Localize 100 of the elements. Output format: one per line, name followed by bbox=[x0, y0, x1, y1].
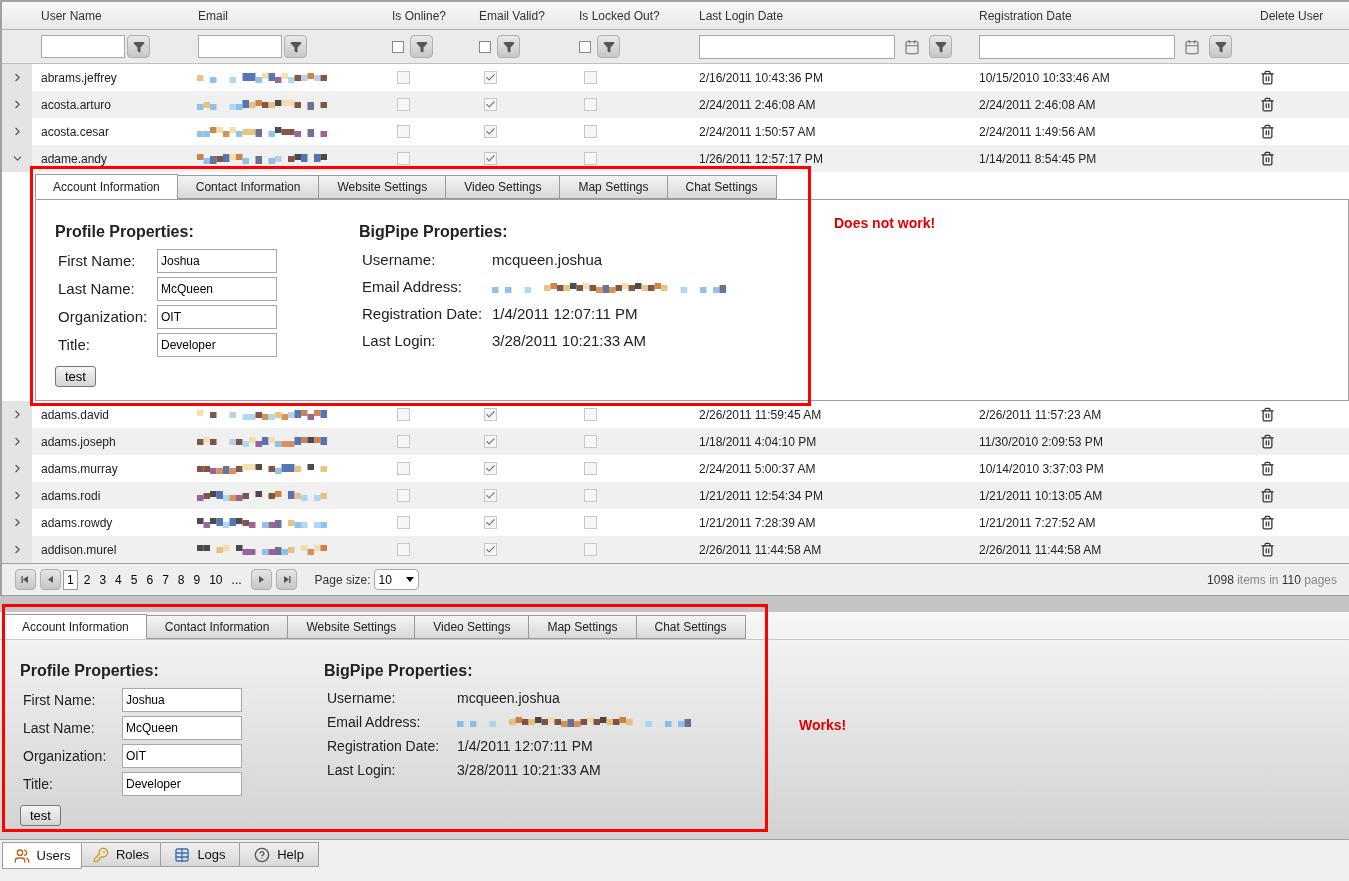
calendar-icon[interactable] bbox=[904, 38, 920, 55]
checkbox[interactable] bbox=[397, 408, 410, 421]
filter-checkbox[interactable] bbox=[392, 40, 404, 53]
previous-page-button[interactable] bbox=[40, 569, 61, 590]
first-page-button[interactable] bbox=[15, 569, 36, 590]
last-page-button[interactable] bbox=[275, 569, 297, 590]
tab[interactable]: Video Settings bbox=[445, 175, 561, 199]
checkbox[interactable] bbox=[584, 71, 597, 84]
checkbox[interactable] bbox=[484, 462, 497, 475]
checkbox[interactable] bbox=[484, 125, 497, 138]
filter-button[interactable] bbox=[284, 35, 307, 58]
trash-icon[interactable] bbox=[1260, 151, 1275, 166]
app-tab[interactable]: Roles bbox=[81, 842, 161, 867]
checkbox[interactable] bbox=[484, 71, 497, 84]
page-link[interactable]: 7 bbox=[159, 569, 172, 590]
trash-icon[interactable] bbox=[1260, 124, 1275, 139]
column-header[interactable]: User Name bbox=[41, 8, 102, 23]
column-header[interactable]: Registration Date bbox=[979, 8, 1072, 23]
filter-checkbox[interactable] bbox=[479, 40, 491, 53]
date-filter-field[interactable] bbox=[699, 34, 895, 59]
trash-icon[interactable] bbox=[1260, 542, 1275, 557]
page-link[interactable]: 1 bbox=[63, 569, 78, 590]
page-link[interactable]: 4 bbox=[112, 569, 125, 590]
text-field[interactable]: Developer bbox=[122, 772, 242, 796]
column-header[interactable]: Email Valid? bbox=[479, 8, 545, 23]
test-button[interactable]: test bbox=[20, 805, 61, 826]
checkbox[interactable] bbox=[584, 435, 597, 448]
calendar-icon[interactable] bbox=[1184, 38, 1200, 55]
trash-icon[interactable] bbox=[1260, 461, 1275, 476]
tab[interactable]: Website Settings bbox=[318, 175, 447, 199]
checkbox[interactable] bbox=[397, 98, 410, 111]
checkbox[interactable] bbox=[584, 408, 597, 421]
tab[interactable]: Chat Settings bbox=[666, 175, 777, 199]
tab[interactable]: Map Settings bbox=[528, 615, 637, 639]
app-tab[interactable]: Logs bbox=[160, 842, 240, 867]
checkbox[interactable] bbox=[584, 489, 597, 502]
checkbox[interactable] bbox=[484, 489, 497, 502]
trash-icon[interactable] bbox=[1260, 70, 1275, 85]
date-filter-field[interactable] bbox=[979, 34, 1175, 59]
checkbox[interactable] bbox=[484, 408, 497, 421]
checkbox[interactable] bbox=[397, 543, 410, 556]
filter-button[interactable] bbox=[597, 35, 620, 58]
text-field[interactable]: OIT bbox=[157, 305, 277, 329]
tab[interactable]: Account Information bbox=[4, 614, 147, 639]
filter-button[interactable] bbox=[1209, 35, 1232, 58]
text-field[interactable]: Joshua bbox=[122, 688, 242, 712]
page-link[interactable]: 3 bbox=[96, 569, 110, 590]
checkbox[interactable] bbox=[397, 71, 410, 84]
trash-icon[interactable] bbox=[1260, 488, 1275, 503]
tab[interactable]: Account Information bbox=[35, 174, 178, 199]
filter-button[interactable] bbox=[497, 35, 520, 58]
checkbox[interactable] bbox=[397, 489, 410, 502]
column-header[interactable]: Last Login Date bbox=[699, 8, 784, 23]
trash-icon[interactable] bbox=[1260, 515, 1275, 530]
checkbox[interactable] bbox=[584, 125, 597, 138]
filter-button[interactable] bbox=[929, 35, 952, 58]
text-field[interactable]: OIT bbox=[122, 744, 242, 768]
column-header[interactable]: Delete User bbox=[1260, 8, 1324, 23]
checkbox[interactable] bbox=[484, 152, 497, 165]
trash-icon[interactable] bbox=[1260, 407, 1275, 422]
text-field[interactable]: McQueen bbox=[157, 277, 277, 301]
checkbox[interactable] bbox=[484, 516, 497, 529]
checkbox[interactable] bbox=[584, 152, 597, 165]
page-link[interactable]: 2 bbox=[80, 569, 94, 590]
trash-icon[interactable] bbox=[1260, 434, 1275, 449]
page-link[interactable]: 8 bbox=[174, 569, 188, 590]
checkbox[interactable] bbox=[397, 516, 410, 529]
page-link[interactable]: 5 bbox=[127, 569, 141, 590]
app-tab[interactable]: Help bbox=[239, 842, 319, 867]
page-link[interactable]: 10 bbox=[206, 569, 226, 590]
checkbox[interactable] bbox=[397, 152, 410, 165]
test-button[interactable]: test bbox=[55, 366, 96, 387]
tab[interactable]: Contact Information bbox=[176, 175, 320, 199]
checkbox[interactable] bbox=[584, 98, 597, 111]
checkbox[interactable] bbox=[484, 543, 497, 556]
tab[interactable]: Video Settings bbox=[414, 615, 530, 639]
filter-checkbox[interactable] bbox=[579, 40, 591, 53]
checkbox[interactable] bbox=[584, 462, 597, 475]
page-link[interactable]: ... bbox=[228, 569, 245, 590]
text-field[interactable]: McQueen bbox=[122, 716, 242, 740]
column-header[interactable]: Is Online? bbox=[392, 8, 447, 23]
tab[interactable]: Contact Information bbox=[145, 615, 289, 639]
column-header[interactable]: Is Locked Out? bbox=[579, 8, 660, 23]
page-link[interactable]: 9 bbox=[190, 569, 204, 590]
filter-button[interactable] bbox=[127, 35, 150, 58]
checkbox[interactable] bbox=[584, 543, 597, 556]
checkbox[interactable] bbox=[397, 435, 410, 448]
trash-icon[interactable] bbox=[1260, 97, 1275, 112]
page-link[interactable]: 6 bbox=[143, 569, 157, 590]
text-field[interactable]: Joshua bbox=[157, 249, 277, 273]
filter-field[interactable] bbox=[41, 35, 125, 58]
checkbox[interactable] bbox=[397, 125, 410, 138]
checkbox[interactable] bbox=[397, 462, 410, 475]
filter-button[interactable] bbox=[410, 35, 433, 58]
checkbox[interactable] bbox=[484, 435, 497, 448]
tab[interactable]: Website Settings bbox=[287, 615, 416, 639]
page-size-dropdown[interactable]: 10 bbox=[373, 569, 419, 590]
tab[interactable]: Map Settings bbox=[559, 175, 668, 199]
text-field[interactable]: Developer bbox=[157, 333, 277, 357]
column-header[interactable]: Email bbox=[198, 8, 228, 23]
